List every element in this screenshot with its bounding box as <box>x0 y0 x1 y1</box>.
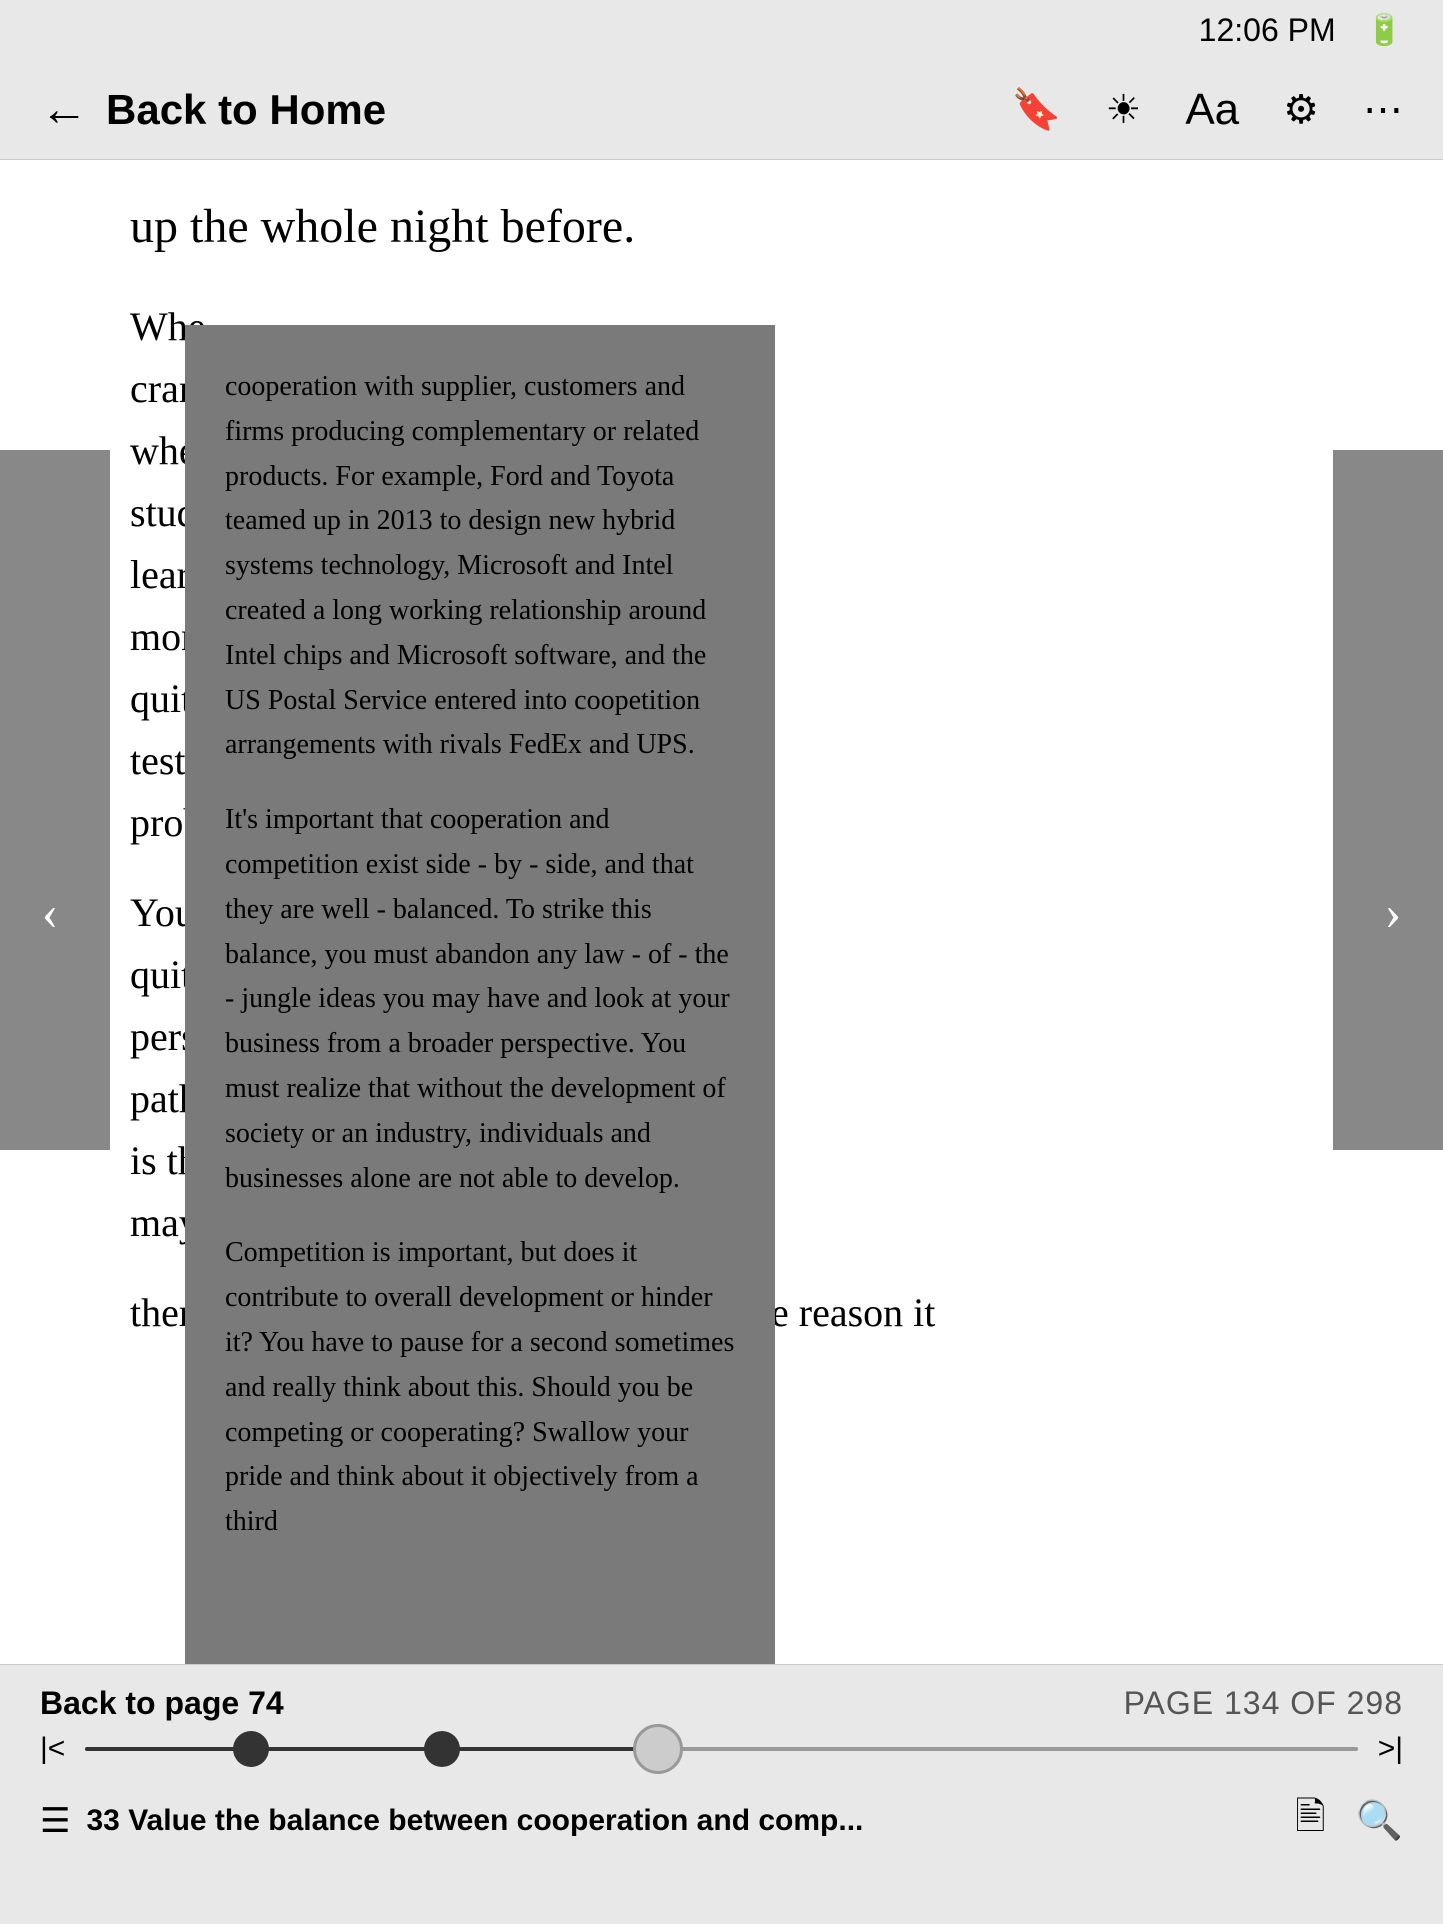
next-page-button[interactable]: › <box>1343 812 1443 1012</box>
slider-thumb-current[interactable] <box>633 1724 683 1774</box>
nav-bar: ← Back to Home 🔖 ☀ Aa ⚙ ⋯ <box>0 60 1443 160</box>
slider-container: |< >| <box>40 1732 1403 1766</box>
bottom-page-info: Back to page 74 PAGE 134 OF 298 <box>40 1685 1403 1722</box>
status-time: 12:06 PM <box>1199 12 1336 49</box>
status-bar: 12:06 PM 🔋 <box>0 0 1443 60</box>
slider-fill <box>85 1747 658 1751</box>
progress-slider[interactable] <box>85 1747 1357 1751</box>
side-block-right <box>1333 450 1443 1150</box>
popup-paragraph-3: Competition is important, but does it co… <box>225 1231 735 1545</box>
back-to-page-button[interactable]: Back to page 74 <box>40 1685 284 1722</box>
settings-icon[interactable]: ⚙ <box>1283 86 1319 133</box>
text-line-top: up the whole night before. <box>130 190 1313 264</box>
chapter-title: 33 Value the balance between cooperation… <box>86 1804 863 1838</box>
nav-right: 🔖 ☀ Aa ⚙ ⋯ <box>1012 85 1403 135</box>
battery-icon: 🔋 <box>1366 13 1403 48</box>
popup-paragraph-1: cooperation with supplier, customers and… <box>225 365 735 768</box>
menu-icon[interactable]: ☰ <box>40 1801 70 1841</box>
bookmark-icon[interactable]: 🔖 <box>1012 86 1062 133</box>
prev-page-button[interactable]: ‹ <box>0 812 100 1012</box>
brightness-icon[interactable]: ☀ <box>1105 86 1141 133</box>
page-indicator: PAGE 134 OF 298 <box>1124 1685 1403 1722</box>
back-arrow-icon[interactable]: ← <box>40 86 88 134</box>
notes-icon[interactable]: 🖹 <box>1295 1788 1326 1853</box>
nav-left: ← Back to Home <box>40 86 1012 134</box>
font-icon[interactable]: Aa <box>1185 85 1239 135</box>
popup-overlay: cooperation with supplier, customers and… <box>185 325 775 1664</box>
more-icon[interactable]: ⋯ <box>1363 86 1403 133</box>
slider-thumb-1[interactable] <box>233 1731 269 1767</box>
search-icon[interactable]: 🔍 <box>1356 1799 1403 1843</box>
bottom-bar: Back to page 74 PAGE 134 OF 298 |< >| ☰ … <box>0 1664 1443 1924</box>
reading-area: up the whole night before. Whe cramt whe… <box>0 160 1443 1664</box>
left-arrow-icon: ‹ <box>42 883 59 941</box>
side-block-left <box>0 450 110 1150</box>
slider-end-icon[interactable]: >| <box>1378 1732 1403 1766</box>
bottom-toolbar-left: ☰ 33 Value the balance between cooperati… <box>40 1801 863 1841</box>
bottom-toolbar-right: 🖹 🔍 <box>1295 1788 1403 1853</box>
slider-thumb-2[interactable] <box>424 1731 460 1767</box>
right-arrow-icon: › <box>1385 883 1402 941</box>
popup-paragraph-2: It's important that cooperation and comp… <box>225 798 735 1201</box>
slider-start-icon[interactable]: |< <box>40 1732 65 1766</box>
bottom-toolbar: ☰ 33 Value the balance between cooperati… <box>40 1782 1403 1853</box>
back-to-home-label[interactable]: Back to Home <box>106 86 386 134</box>
